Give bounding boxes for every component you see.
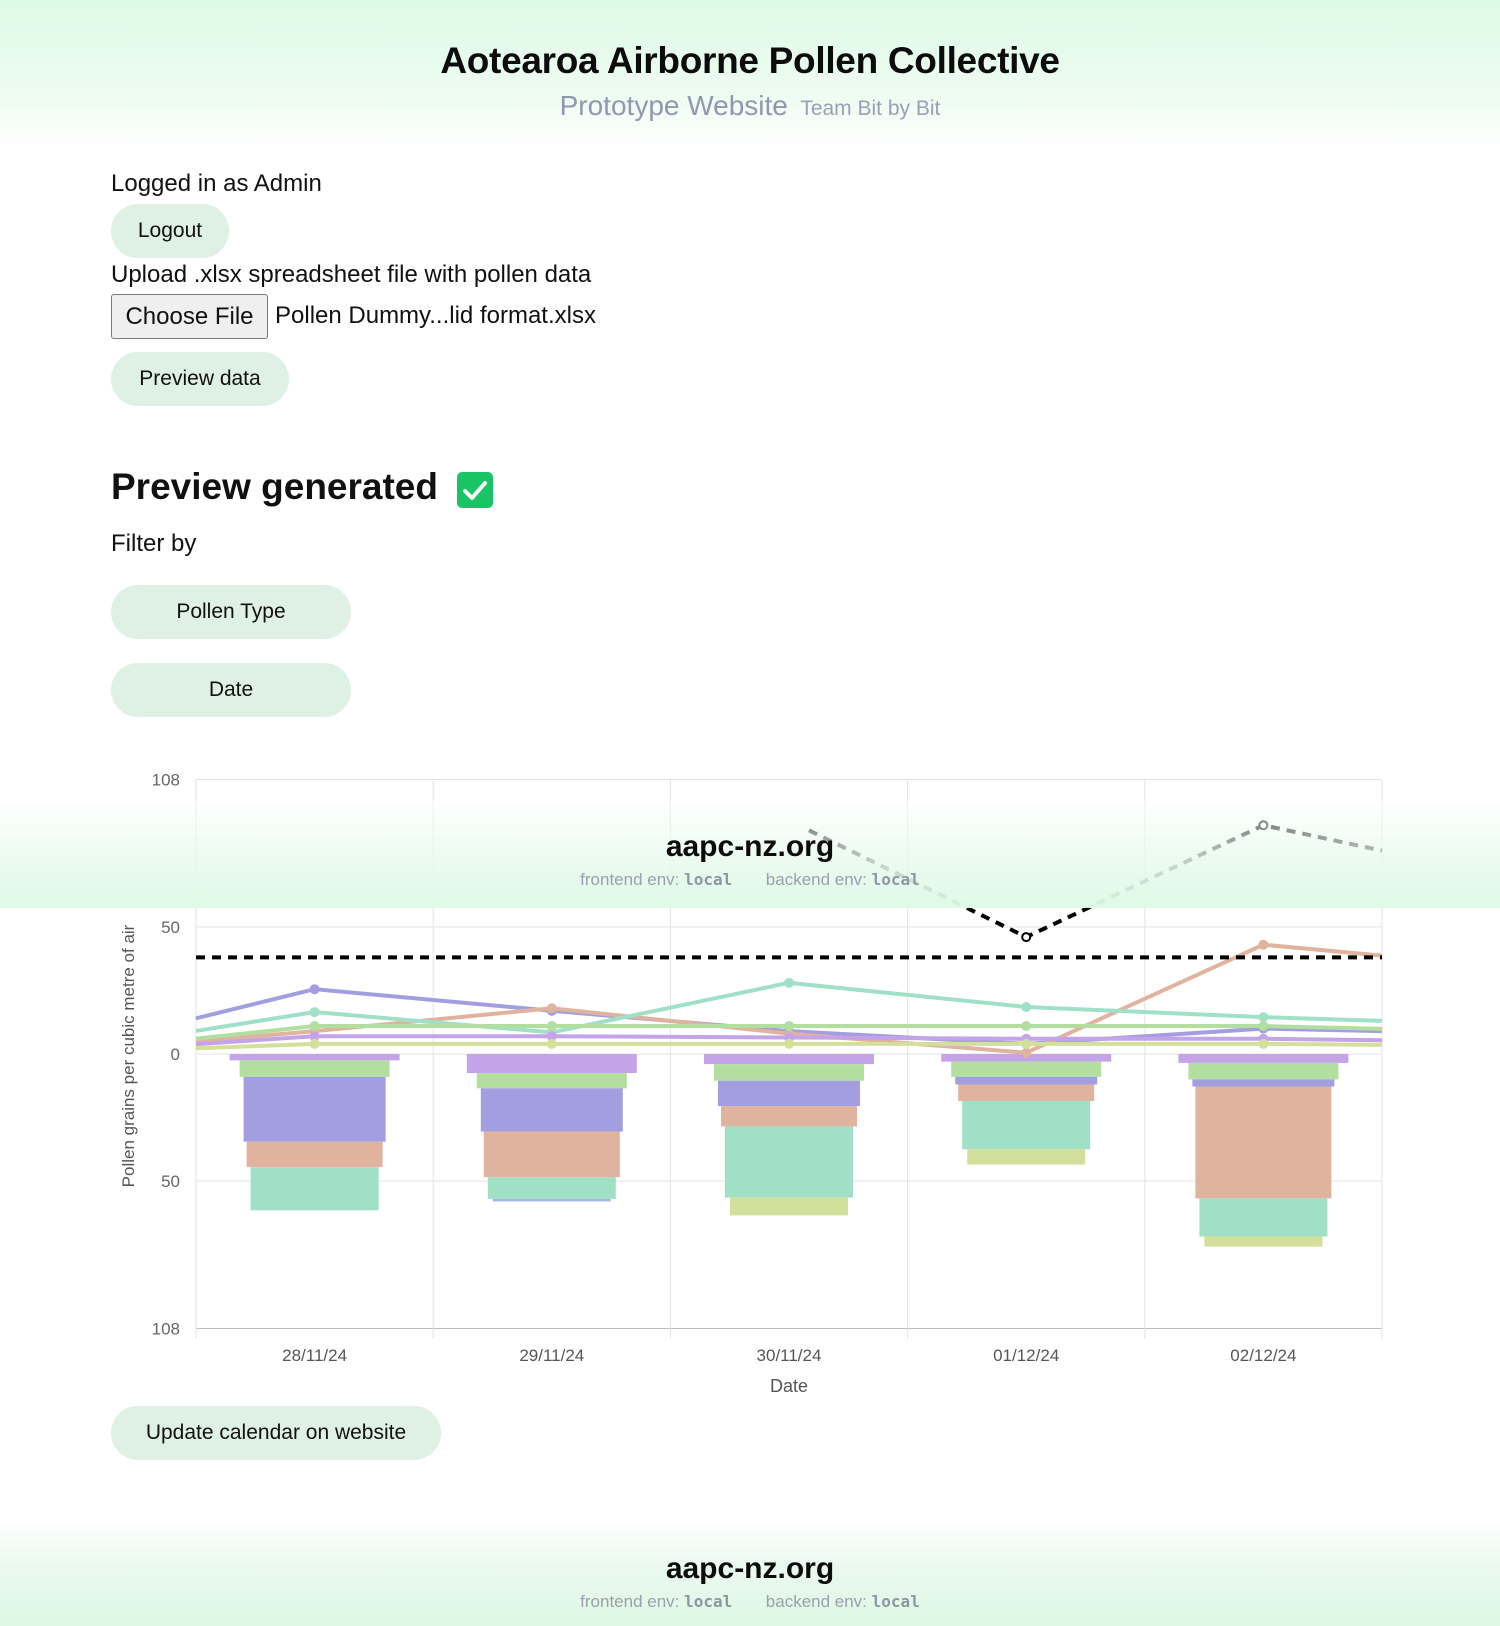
stacked-bar-segment [476, 1073, 627, 1089]
stacked-bar-segment [466, 1054, 637, 1074]
floating-footer: aapc-nz.org frontend env: local backend … [0, 800, 1500, 908]
y-tick-label: 108 [152, 1320, 180, 1339]
x-axis-label: Date [770, 1376, 808, 1396]
stacked-bar-segment [1204, 1236, 1323, 1247]
data-point [546, 1003, 557, 1014]
stacked-bar-segment [1199, 1198, 1328, 1237]
update-calendar-button[interactable]: Update calendar on website [111, 1406, 441, 1460]
x-tick-label: 01/12/24 [993, 1346, 1059, 1365]
stacked-bar-segment [487, 1177, 616, 1199]
x-tick-label: 29/11/24 [519, 1346, 584, 1365]
stacked-bar-segment [492, 1198, 611, 1202]
y-tick-label: 0 [171, 1045, 180, 1064]
stacked-bar-segment [958, 1084, 1095, 1102]
data-point [309, 1021, 320, 1032]
stacked-bar-segment [243, 1076, 386, 1142]
backend-env-label: backend env: [765, 870, 867, 889]
stacked-bar-segment [229, 1054, 400, 1061]
stacked-bar-segment [962, 1101, 1091, 1150]
stacked-bar-segment [721, 1106, 857, 1127]
data-point [309, 984, 320, 995]
stacked-bar-segment [967, 1149, 1086, 1165]
data-point [784, 1021, 794, 1032]
data-point [1258, 1038, 1269, 1049]
stacked-bar-segment [955, 1076, 1098, 1085]
footer-domain: aapc-nz.org [665, 830, 835, 863]
stacked-bar-segment [718, 1080, 860, 1107]
stacked-bar-segment [730, 1197, 848, 1216]
frontend-env-value: local [684, 1592, 733, 1611]
data-point [1258, 1012, 1269, 1023]
pollen-chart: 108 50 0 50 108 28/11/24 29/11/24 30/11/24 01/12… [119, 771, 1383, 1396]
data-point [1258, 939, 1269, 950]
stacked-bar-segment [250, 1167, 379, 1211]
frontend-env-label: frontend env: [580, 1592, 680, 1611]
y-tick-label: 50 [161, 1172, 180, 1191]
data-point [784, 1038, 794, 1049]
stacked-bar-segment [1192, 1079, 1335, 1087]
data-point [1021, 1038, 1032, 1049]
x-tick-label: 02/12/24 [1230, 1346, 1296, 1365]
data-point [309, 1038, 320, 1049]
data-point [784, 977, 794, 988]
data-point [1021, 1021, 1032, 1032]
backend-env-value: local [871, 1592, 920, 1611]
stacked-bar-segment [951, 1061, 1102, 1077]
data-point [1021, 1001, 1032, 1012]
env-info: frontend env: local backend env: local [0, 870, 1500, 890]
data-point [546, 1021, 557, 1032]
env-info: frontend env: local backend env: local [0, 1592, 1500, 1612]
y-tick-label: 108 [152, 771, 180, 790]
site-footer: aapc-nz.org frontend env: local backend … [0, 1520, 1500, 1626]
frontend-env-value: local [684, 870, 733, 889]
stacked-bar-segment [714, 1064, 864, 1081]
y-axis-label: Pollen grains per cubic metre of air [119, 924, 138, 1187]
stacked-bar-segment [483, 1131, 620, 1178]
frontend-env-label: frontend env: [580, 870, 680, 889]
x-tick-label: 30/11/24 [757, 1346, 822, 1365]
data-point [1258, 1021, 1269, 1032]
stacked-bar-segment [246, 1141, 383, 1168]
stacked-bar-segment [704, 1054, 874, 1065]
y-tick-label: 50 [161, 918, 180, 937]
stacked-bar-segment [725, 1126, 853, 1198]
data-point [546, 1038, 557, 1049]
data-point [309, 1007, 320, 1018]
footer-domain: aapc-nz.org [665, 1552, 835, 1585]
stacked-bar-segment [480, 1088, 623, 1132]
stacked-bar-segment [1178, 1054, 1349, 1063]
total-point [1021, 932, 1032, 943]
backend-env-label: backend env: [765, 1592, 867, 1611]
x-tick-label: 28/11/24 [282, 1346, 347, 1365]
backend-env-value: local [871, 870, 920, 889]
stacked-bar-segment [239, 1060, 390, 1077]
stacked-bar-segment [1195, 1086, 1332, 1199]
data-point [1021, 1047, 1032, 1058]
stacked-bar-segment [1188, 1062, 1339, 1080]
